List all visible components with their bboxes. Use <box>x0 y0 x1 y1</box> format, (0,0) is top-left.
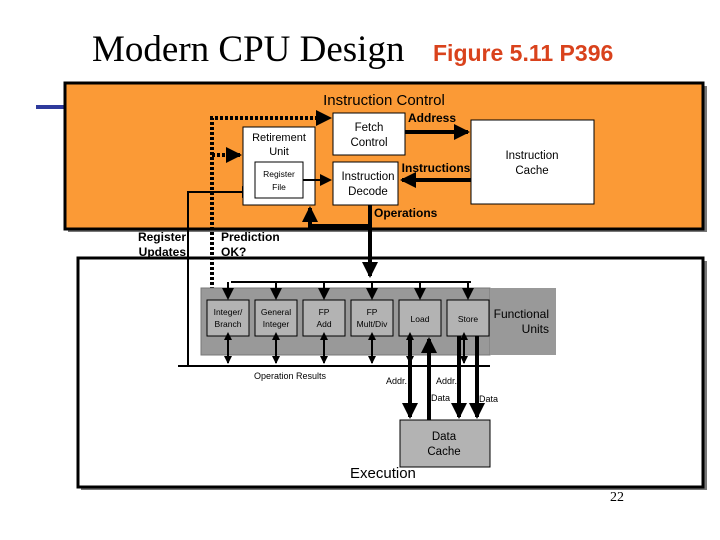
functional-unit-box <box>350 299 394 337</box>
functional-unit-label: Load <box>411 314 430 324</box>
instruction-decode-box <box>332 161 399 206</box>
register-updates-label-1: Register <box>138 230 186 244</box>
data-cache-label-1: Data <box>432 431 457 443</box>
store-data-label: Data <box>479 394 498 404</box>
instruction-cache-label-2: Cache <box>515 165 548 177</box>
load-addr-label: Addr. <box>386 376 407 386</box>
data-cache-label-2: Cache <box>427 446 460 458</box>
fetch-control-label-2: Control <box>350 137 387 149</box>
fetch-control-label-1: Fetch <box>355 122 384 134</box>
operations-label: Operations <box>374 206 438 220</box>
retirement-unit-label-1: Retirement <box>252 132 306 144</box>
functional-unit-label: Store <box>458 314 479 324</box>
instruction-decode-label-1: Instruction <box>341 171 394 183</box>
retirement-unit-label-2: Unit <box>269 146 289 158</box>
register-updates-label-2: Updates <box>139 245 187 259</box>
functional-unit-label: Branch <box>215 319 242 329</box>
functional-unit-box <box>206 299 250 337</box>
instruction-cache-label-1: Instruction <box>505 150 558 162</box>
functional-unit-box <box>254 299 298 337</box>
functional-unit-label: Mult/Div <box>357 319 388 329</box>
instructions-label: Instructions <box>402 161 471 175</box>
prediction-ok-label-2: OK? <box>221 245 246 259</box>
instruction-cache-box <box>470 119 595 205</box>
functional-unit-label: FP <box>367 307 378 317</box>
register-file-box <box>254 161 304 199</box>
functional-unit-label: Integer/ <box>214 307 243 317</box>
functional-unit-box <box>302 299 346 337</box>
register-file-label-2: File <box>272 182 286 192</box>
register-file-label-1: Register <box>263 169 295 179</box>
operation-results-label: Operation Results <box>254 371 327 381</box>
functional-units-label-1: Functional <box>494 307 549 321</box>
execution-label: Execution <box>350 465 416 482</box>
functional-unit-label: FP <box>319 307 330 317</box>
instruction-control-label: Instruction Control <box>323 92 445 109</box>
functional-units-label-2: Units <box>522 322 549 336</box>
cpu-diagram: Instruction Control Retirement Unit Regi… <box>36 81 707 490</box>
slide: Modern CPU Design Figure 5.11 P396 Instr… <box>0 0 720 540</box>
functional-unit-label: General <box>261 307 291 317</box>
data-cache-box <box>399 419 491 468</box>
prediction-ok-label-1: Prediction <box>221 230 280 244</box>
load-data-label: Data <box>431 393 450 403</box>
page-number: 22 <box>610 490 624 505</box>
address-label: Address <box>408 111 456 125</box>
functional-unit-label: Integer <box>263 319 290 329</box>
store-addr-label: Addr. <box>436 376 457 386</box>
instruction-decode-label-2: Decode <box>348 186 388 198</box>
functional-unit-label: Add <box>316 319 331 329</box>
